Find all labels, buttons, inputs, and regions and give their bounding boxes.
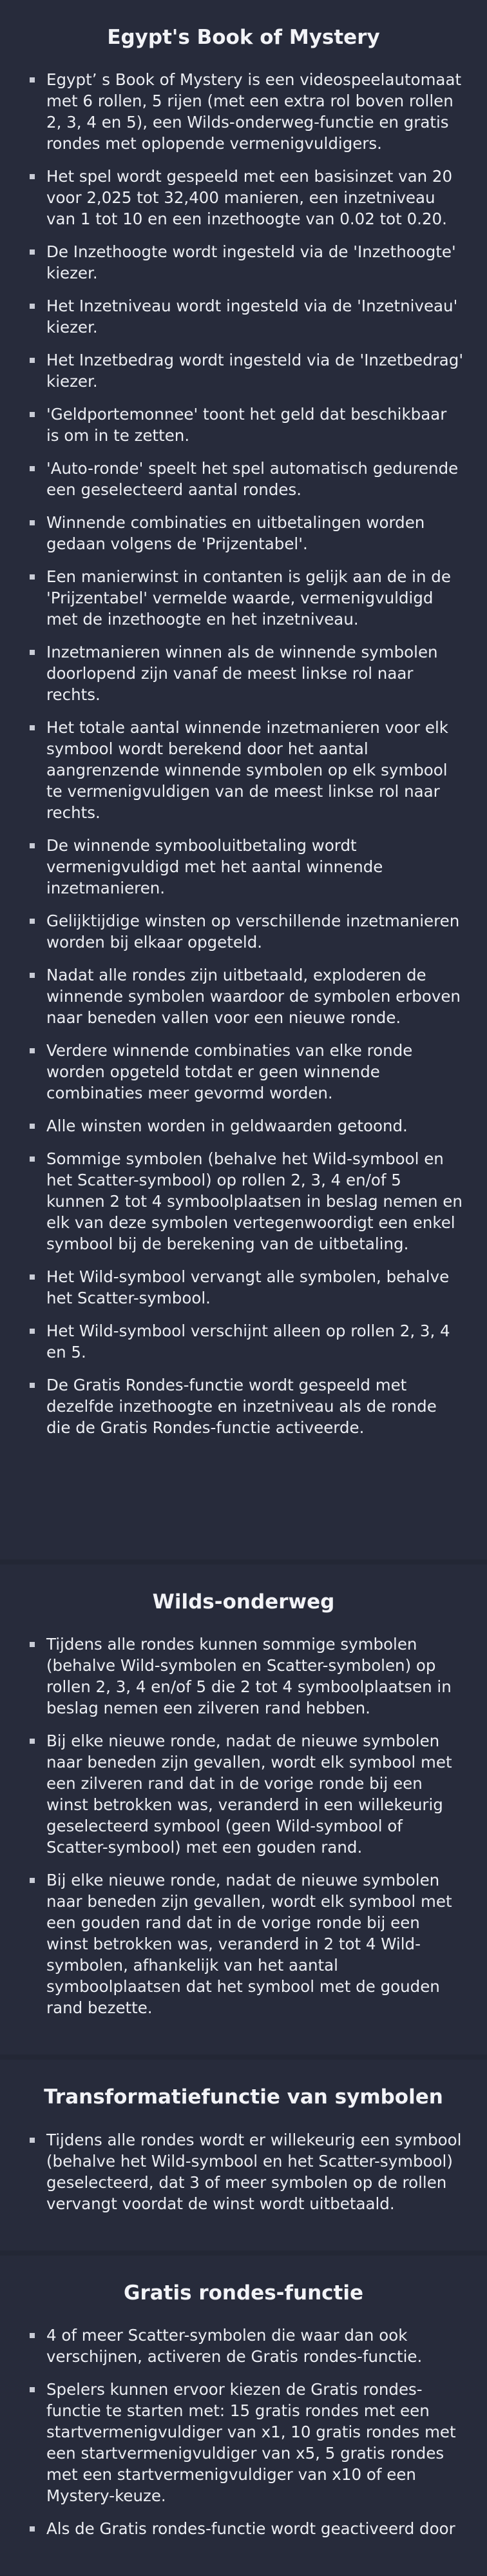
section-title: Gratis rondes-functie — [124, 2281, 363, 2305]
rule-item: Het Inzetbedrag wordt ingesteld via de '… — [23, 349, 464, 392]
rules-list: Tijdens alle rondes kunnen sommige symbo… — [23, 1634, 464, 2018]
rule-item: Egypt’ s Book of Mystery is een videospe… — [23, 69, 464, 154]
rule-item: Winnende combinaties en uitbetalingen wo… — [23, 512, 464, 554]
section-free-spins: Gratis rondes-functie 4 of meer Scatter-… — [0, 2255, 487, 2575]
rule-item: Bij elke nieuwe ronde, nadat de nieuwe s… — [23, 1730, 464, 1858]
rule-item: Nadat alle rondes zijn uitbetaald, explo… — [23, 964, 464, 1028]
rule-item: Tijdens alle rondes kunnen sommige symbo… — [23, 1634, 464, 1719]
rule-item: Een manierwinst in contanten is gelijk a… — [23, 566, 464, 630]
section-title: Wilds-onderweg — [152, 1590, 335, 1614]
rule-item: Het Wild-symbool verschijnt alleen op ro… — [23, 1320, 464, 1363]
rule-item: Inzetmanieren winnen als de winnende sym… — [23, 641, 464, 705]
rule-item: Alle winsten worden in geldwaarden getoo… — [23, 1115, 464, 1137]
section-title: Egypt's Book of Mystery — [107, 26, 380, 49]
section-game-rules: Egypt's Book of Mystery Egypt’ s Book of… — [0, 0, 487, 1560]
section-symbol-transformation: Transformatiefunctie van symbolen Tijden… — [0, 2060, 487, 2250]
rule-item: Als de Gratis rondes-functie wordt geact… — [23, 2518, 464, 2539]
rule-item: De Inzethoogte wordt ingesteld via de 'I… — [23, 241, 464, 284]
rule-item: Sommige symbolen (behalve het Wild-symbo… — [23, 1148, 464, 1254]
rule-item: 'Geldportemonnee' toont het geld dat bes… — [23, 404, 464, 446]
rules-list: 4 of meer Scatter-symbolen die waar dan … — [23, 2325, 464, 2539]
rule-item: Het Inzetniveau wordt ingesteld via de '… — [23, 295, 464, 338]
rule-item: 4 of meer Scatter-symbolen die waar dan … — [23, 2325, 464, 2367]
rule-item: Tijdens alle rondes wordt er willekeurig… — [23, 2129, 464, 2214]
rule-item: Het Wild-symbool vervangt alle symbolen,… — [23, 1266, 464, 1309]
rule-item: Het spel wordt gespeeld met een basisinz… — [23, 166, 464, 229]
rule-item: De winnende symbooluitbetaling wordt ver… — [23, 835, 464, 899]
rule-item: 'Auto-ronde' speelt het spel automatisch… — [23, 458, 464, 500]
section-title: Transformatiefunctie van symbolen — [44, 2085, 443, 2109]
rule-item: Het totale aantal winnende inzetmanieren… — [23, 717, 464, 823]
section-wilds-onderweg: Wilds-onderweg Tijdens alle rondes kunne… — [0, 1565, 487, 2055]
rule-item: Bij elke nieuwe ronde, nadat de nieuwe s… — [23, 1869, 464, 2018]
rules-list: Tijdens alle rondes wordt er willekeurig… — [23, 2129, 464, 2214]
rule-item: Gelijktijdige winsten op verschillende i… — [23, 910, 464, 953]
rule-item: Verdere winnende combinaties van elke ro… — [23, 1040, 464, 1104]
rules-list: Egypt’ s Book of Mystery is een videospe… — [23, 69, 464, 1438]
rule-item: Spelers kunnen ervoor kiezen de Gratis r… — [23, 2379, 464, 2506]
rules-page: Egypt's Book of Mystery Egypt’ s Book of… — [0, 0, 487, 2575]
rule-item: De Gratis Rondes-functie wordt gespeeld … — [23, 1374, 464, 1438]
